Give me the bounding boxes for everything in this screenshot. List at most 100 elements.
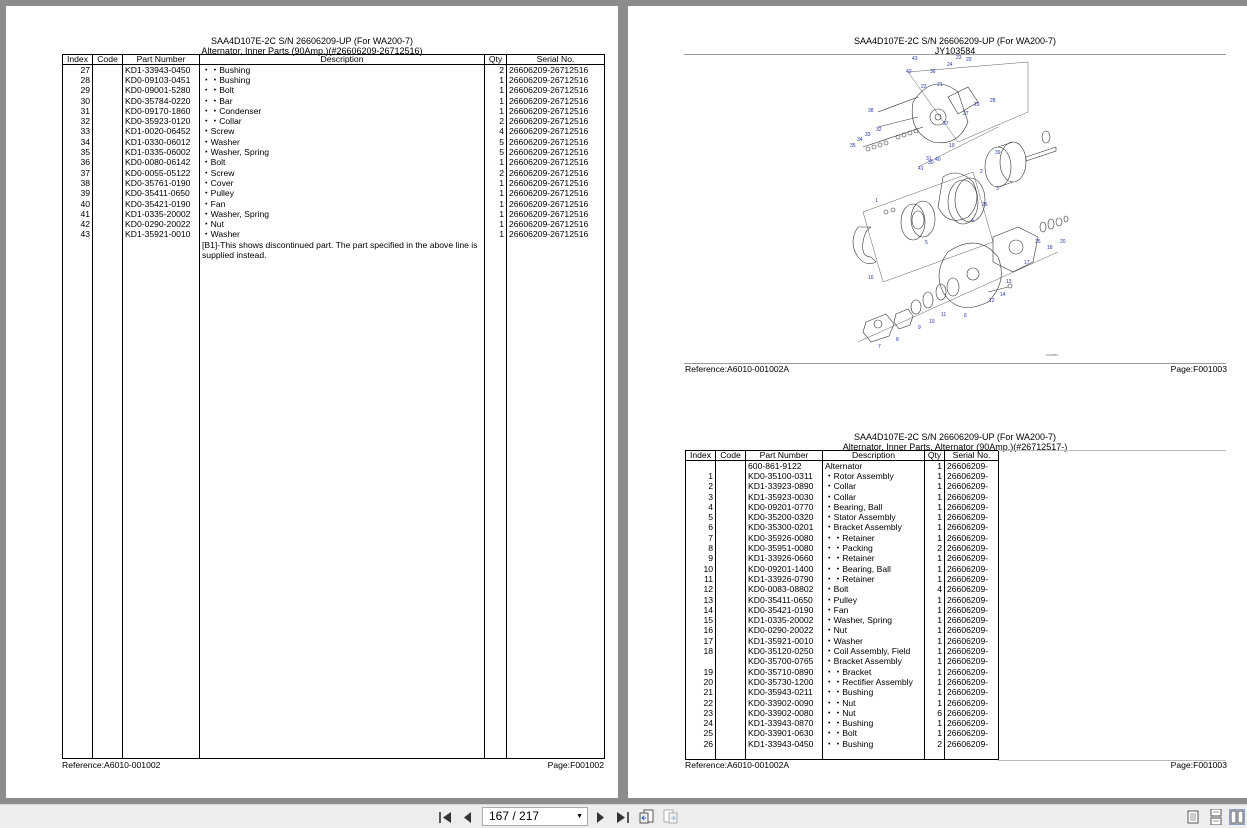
table-row: 9 KD1-33926-0660 ・・Retainer 1 26606209- <box>685 553 999 564</box>
diagram-callout-number: 42 <box>906 69 912 75</box>
row-serial: 26606209- <box>944 501 999 513</box>
row-qty: 1 <box>924 491 945 502</box>
left-reference: Reference:A6010-001002 <box>62 760 161 770</box>
row-description: ・Screw <box>199 167 485 178</box>
row-part-number: KD0-0080-06142 <box>122 157 200 168</box>
col-index-header: Index <box>685 450 716 461</box>
diagram-callout-number: 35 <box>850 143 856 149</box>
row-description: ・Washer <box>199 229 485 240</box>
row-index: 26 <box>685 738 716 750</box>
right-bottom-reference: Reference:A6010-001002A <box>685 760 790 770</box>
row-description: ・・Retainer <box>822 553 925 564</box>
row-qty: 1 <box>924 512 945 523</box>
row-code <box>92 188 123 199</box>
row-qty: 4 <box>924 584 945 595</box>
diagram-callout-number: 37 <box>943 121 949 127</box>
diagram-callout-number: 13 <box>1006 279 1012 285</box>
row-description: ・・Bolt <box>822 728 925 739</box>
row-code <box>92 208 123 220</box>
row-index: 43 <box>62 229 93 240</box>
table-row: 32 KD0-35923-0120 ・・Collar 2 26606209-267125… <box>62 116 605 127</box>
page-number-select[interactable]: 167 / 217 ▼ <box>482 807 588 826</box>
row-serial: 26606209-26712516 <box>506 229 605 240</box>
row-qty: 1 <box>484 198 507 209</box>
row-serial: 26606209- <box>944 687 999 698</box>
row-description: ・Collar <box>822 481 925 492</box>
row-part-number: KD1-33926-0660 <box>745 553 823 564</box>
row-description: ・Pulley <box>822 594 925 605</box>
note-row: [B1]-This shows discontinued part. The p… <box>62 239 605 260</box>
go-forward-view-icon[interactable] <box>663 809 679 825</box>
row-code <box>92 75 123 86</box>
row-serial: 26606209- <box>944 738 999 750</box>
diagram-callout-number: 4 <box>971 218 974 224</box>
diagram-callout-number: 26 <box>982 202 988 208</box>
row-serial: 26606209-26712516 <box>506 167 605 178</box>
row-qty: 2 <box>484 116 507 127</box>
right-top-title-line1: SAA4D107E-2C S/N 26606209-UP (For WA200-… <box>853 36 1057 46</box>
right-table-header-rule <box>998 450 1226 451</box>
row-index: 19 <box>685 666 716 677</box>
row-part-number: KD0-35700-0765 <box>745 656 823 667</box>
first-page-icon[interactable] <box>437 809 453 825</box>
row-description: ・・Nut <box>822 707 925 719</box>
row-index: 18 <box>685 646 716 657</box>
table-row: 34 KD1-0330-06012 ・Washer 5 26606209-2671251… <box>62 136 605 148</box>
single-page-view-icon[interactable] <box>1185 809 1201 825</box>
two-page-view-icon[interactable] <box>1229 809 1245 825</box>
row-qty: 1 <box>484 157 507 168</box>
row-description: ・Bracket Assembly <box>822 656 925 667</box>
diagram-drawing <box>852 61 1069 343</box>
row-description: ・Pulley <box>199 188 485 199</box>
row-part-number: 600-861-9122 <box>745 460 823 471</box>
diagram-callout-number: 15 <box>1035 239 1041 245</box>
table-row: 6 KD0-35300-0201 ・Bracket Assembly 1 2660620… <box>685 522 999 533</box>
prev-page-icon[interactable] <box>459 809 475 825</box>
row-qty: 1 <box>924 563 945 574</box>
row-part-number: KD1-33923-0890 <box>745 481 823 492</box>
row-code <box>715 553 746 564</box>
row-index <box>685 656 716 667</box>
last-page-icon[interactable] <box>614 809 630 825</box>
row-qty: 4 <box>484 126 507 137</box>
row-code <box>715 687 746 698</box>
row-qty: 1 <box>924 635 945 647</box>
row-index: 22 <box>685 697 716 708</box>
row-index: 33 <box>62 126 93 137</box>
row-part-number: KD1-35921-0010 <box>745 635 823 647</box>
row-part-number: KD0-35943-0211 <box>745 687 823 698</box>
row-code <box>715 646 746 657</box>
row-qty: 1 <box>924 471 945 482</box>
row-part-number: KD0-09001-5280 <box>122 85 200 96</box>
table-row: 42 KD0-0290-20022 ・Nut 1 26606209-26712516 <box>62 219 605 230</box>
row-description: ・Nut <box>199 219 485 230</box>
row-code <box>715 676 746 688</box>
col-serial-header: Serial No. <box>506 54 605 65</box>
next-page-icon[interactable] <box>592 809 608 825</box>
row-serial: 26606209-26712516 <box>506 75 605 86</box>
row-description: ・Bracket Assembly <box>822 522 925 533</box>
row-qty: 1 <box>924 460 945 471</box>
row-code <box>715 471 746 482</box>
table-filler-row <box>62 259 605 759</box>
row-index: 16 <box>685 625 716 636</box>
continuous-view-icon[interactable] <box>1208 809 1224 825</box>
row-qty: 1 <box>484 208 507 220</box>
table-row: 26 KD1-33943-0450 ・・Bushing 2 26606209- <box>685 738 999 750</box>
row-serial: 26606209- <box>944 491 999 502</box>
diagram-callout-number: 19 <box>949 143 955 149</box>
table-row: 18 KD0-35120-0250 ・Coil Assembly, Field 1 26… <box>685 646 999 657</box>
row-description: ・Washer, Spring <box>199 208 485 220</box>
go-back-view-icon[interactable] <box>639 809 655 825</box>
right-table-header: Index Code Part Number Description Qty S… <box>685 450 999 461</box>
row-index: 34 <box>62 136 93 148</box>
row-code <box>92 136 123 148</box>
row-code <box>715 481 746 492</box>
row-qty: 1 <box>924 646 945 657</box>
row-serial: 26606209-26712516 <box>506 177 605 189</box>
row-part-number: KD0-09201-0770 <box>745 501 823 513</box>
note-row-empty-cell <box>92 239 123 260</box>
filler-cell <box>944 749 999 761</box>
row-code <box>715 615 746 626</box>
row-serial: 26606209- <box>944 625 999 636</box>
